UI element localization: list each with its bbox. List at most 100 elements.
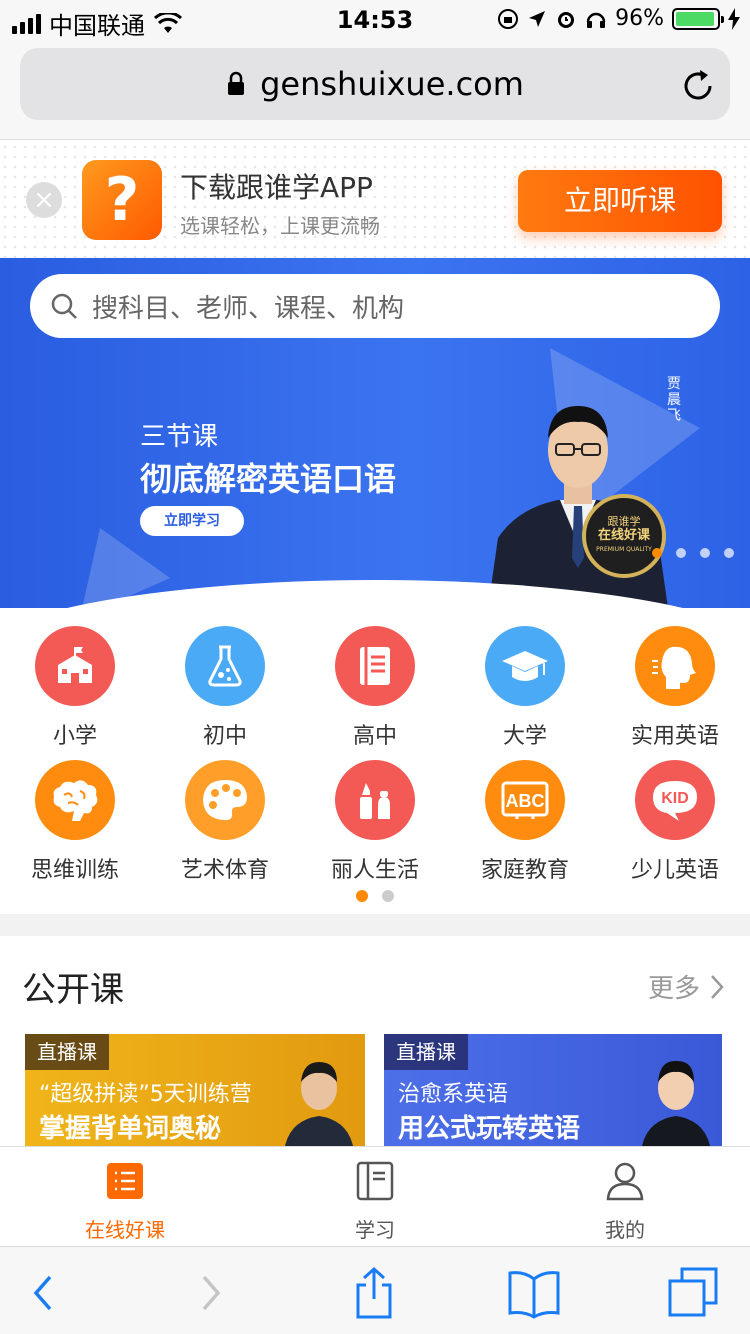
hero-title: 彻底解密英语口语 <box>140 460 397 498</box>
category-dot[interactable] <box>382 890 394 902</box>
list-icon <box>107 1163 143 1199</box>
seal-line2: 在线好课 <box>597 528 650 543</box>
teacher-photo <box>285 1062 353 1146</box>
course-subtitle: “超级拼读”5天训练营 <box>39 1082 252 1107</box>
app-download-banner: × ? 下载跟谁学APP 选课轻松，上课更流畅 立即听课 <box>0 142 750 258</box>
tab-online-courses[interactable]: 在线好课 <box>50 1161 200 1243</box>
app-banner-subtitle: 选课轻松，上课更流畅 <box>180 214 380 238</box>
course-title: 用公式玩转英语 <box>398 1114 581 1144</box>
category-label: 小学 <box>52 724 97 749</box>
orientation-lock-icon <box>498 8 519 29</box>
search-input[interactable]: 搜科目、老师、课程、机构 <box>30 274 720 338</box>
tab-study[interactable]: 学习 <box>300 1161 450 1243</box>
bookmarks-icon[interactable] <box>506 1265 562 1321</box>
teacher-name: 贾晨飞 <box>667 376 681 424</box>
hero-pagination <box>652 548 734 558</box>
more-link[interactable]: 更多 <box>648 968 724 1005</box>
category-label: 大学 <box>502 724 547 749</box>
address-bar[interactable]: genshuixue.com <box>20 48 730 120</box>
section-divider <box>0 914 750 936</box>
abc-board-icon: ABC <box>485 760 565 840</box>
app-logo: ? <box>82 160 162 240</box>
headphones-icon <box>586 12 606 28</box>
category-item[interactable]: 高中 <box>300 626 450 750</box>
back-icon[interactable] <box>16 1265 72 1321</box>
live-tag: 直播课 <box>25 1034 109 1070</box>
status-bar: 中国联通 14:53 96% <box>0 0 750 40</box>
category-label: 实用英语 <box>630 724 719 749</box>
course-card[interactable]: 直播课 治愈系英语 用公式玩转英语 <box>384 1034 722 1146</box>
category-label: 思维训练 <box>30 858 119 883</box>
open-courses-title: 公开课 <box>22 970 124 1010</box>
kid-bubble-icon: KID <box>635 760 715 840</box>
notebook-icon <box>356 1161 394 1201</box>
hero-dot[interactable] <box>724 548 734 558</box>
location-icon <box>529 10 546 27</box>
reload-icon[interactable] <box>680 68 716 104</box>
listen-now-button[interactable]: 立即听课 <box>518 170 722 232</box>
category-item[interactable]: 丽人生活 <box>300 760 450 884</box>
tabs-icon[interactable] <box>666 1265 722 1321</box>
category-item[interactable]: ABC 家庭教育 <box>450 760 600 884</box>
battery-icon <box>672 7 724 30</box>
more-label: 更多 <box>647 974 700 1004</box>
category-label: 家庭教育 <box>480 858 569 883</box>
svg-text:ABC: ABC <box>506 791 545 811</box>
hero-dot[interactable] <box>676 548 686 558</box>
learn-now-button[interactable]: 立即学习 <box>140 506 244 536</box>
flask-icon <box>185 626 265 706</box>
category-label: 高中 <box>352 724 397 749</box>
category-label: 少儿英语 <box>630 858 719 883</box>
app-tab-bar: 在线好课 学习 我的 <box>0 1146 750 1246</box>
alarm-icon <box>558 11 575 28</box>
close-icon[interactable]: × <box>26 182 62 218</box>
category-dot[interactable] <box>356 890 368 902</box>
search-placeholder: 搜科目、老师、课程、机构 <box>92 293 405 324</box>
live-tag: 直播课 <box>384 1034 468 1070</box>
course-title: 掌握背单词奥秘 <box>39 1114 222 1144</box>
share-icon[interactable] <box>346 1265 402 1321</box>
chevron-right-icon <box>711 974 724 999</box>
graduation-cap-icon <box>485 626 565 706</box>
lock-icon <box>228 71 245 95</box>
category-item[interactable]: KID 少儿英语 <box>600 760 750 884</box>
category-item[interactable]: 艺术体育 <box>150 760 300 884</box>
category-grid: 小学 初中 高中 大学 实用英语思维训练 艺术体育 丽人生活 ABC 家庭教育 KID 少儿英语 <box>0 608 750 914</box>
category-label: 艺术体育 <box>180 858 269 883</box>
category-pagination <box>0 890 750 902</box>
category-item[interactable]: 初中 <box>150 626 300 750</box>
user-icon <box>606 1162 644 1201</box>
svg-text:KID: KID <box>661 790 689 807</box>
forward-icon[interactable] <box>182 1265 238 1321</box>
teacher-photo <box>488 406 668 608</box>
browser-toolbar <box>0 1246 750 1334</box>
lipstick-icon <box>335 760 415 840</box>
category-item[interactable]: 实用英语 <box>600 626 750 750</box>
hero-banner[interactable]: 搜科目、老师、课程、机构 三节课 彻底解密英语口语 立即学习 贾晨飞 跟谁学 在… <box>0 258 750 608</box>
quality-seal-badge: 跟谁学 在线好课 PREMIUM QUALITY <box>582 494 666 578</box>
teacher-photo <box>642 1060 710 1146</box>
search-icon <box>51 293 77 319</box>
category-label: 初中 <box>202 724 247 749</box>
browser-address-area: genshuixue.com <box>0 40 750 140</box>
hero-dot[interactable] <box>700 548 710 558</box>
tab-label: 我的 <box>605 1218 645 1242</box>
category-item[interactable]: 大学 <box>450 626 600 750</box>
tab-label: 学习 <box>355 1218 395 1242</box>
hero-subtitle: 三节课 <box>140 422 219 452</box>
category-label: 丽人生活 <box>330 858 419 883</box>
course-subtitle: 治愈系英语 <box>398 1082 509 1107</box>
battery-level <box>676 11 715 26</box>
category-item[interactable]: 思维训练 <box>0 760 150 884</box>
course-card[interactable]: 直播课 “超级拼读”5天训练营 掌握背单词奥秘 <box>25 1034 365 1146</box>
category-item[interactable]: 小学 <box>0 626 150 750</box>
book-icon <box>335 626 415 706</box>
hero-dot[interactable] <box>652 548 662 558</box>
seal-line3: PREMIUM QUALITY <box>596 546 652 553</box>
app-banner-title: 下载跟谁学APP <box>180 171 373 204</box>
tab-mine[interactable]: 我的 <box>550 1161 700 1243</box>
school-icon <box>35 626 115 706</box>
status-right: 96% <box>497 6 740 31</box>
brain-icon <box>35 760 115 840</box>
url-text: genshuixue.com <box>260 65 524 103</box>
